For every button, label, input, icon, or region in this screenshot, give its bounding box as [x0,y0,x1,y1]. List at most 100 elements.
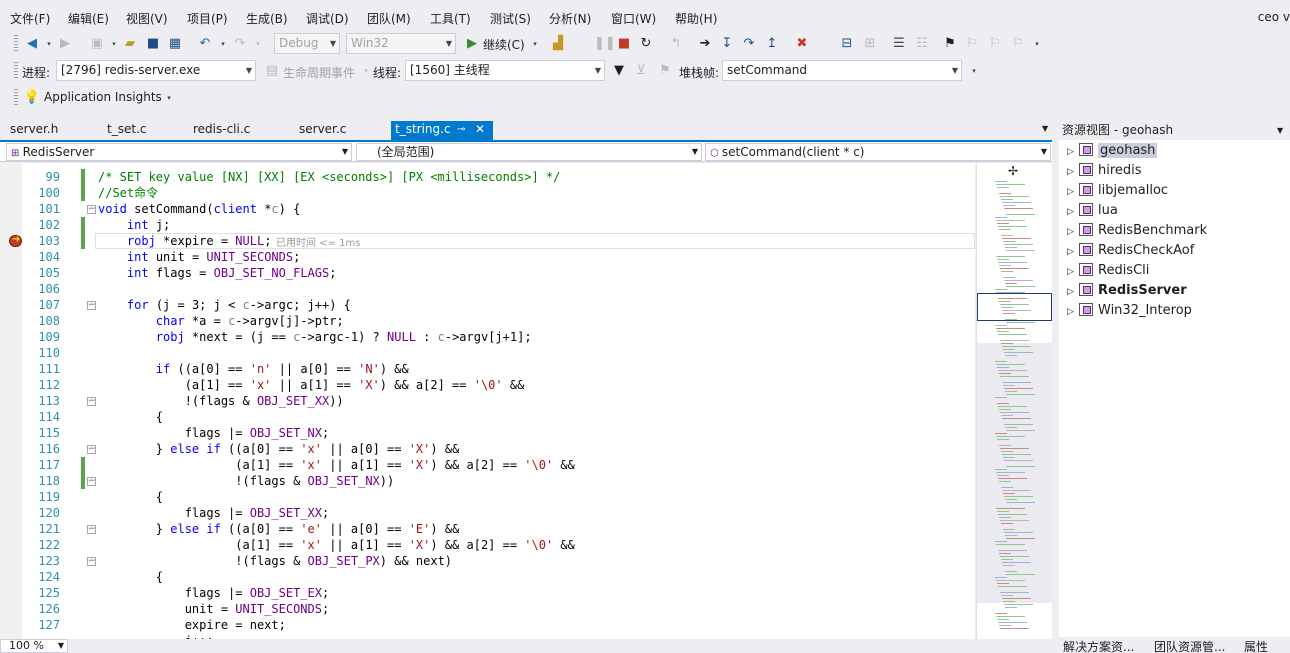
tab-properties[interactable]: 属性 [1244,638,1268,653]
comment-icon[interactable]: ☰ [890,35,908,53]
thread-select[interactable]: [1560] 主线程 ▼ [405,60,605,81]
prev-bookmark-icon[interactable]: ⚐ [963,35,981,53]
continue-dropdown-icon[interactable]: ▾ [526,35,544,53]
undo-icon[interactable]: ↶ [196,35,214,53]
tree-item[interactable]: ▷ geohash [1067,142,1158,161]
close-icon[interactable]: ✕ [475,121,485,138]
solution-config-select[interactable]: Debug ▼ [274,33,340,54]
menu-tools[interactable]: 工具(T) [430,10,471,27]
tab-solution-explorer[interactable]: 解决方案资... [1063,638,1134,653]
stop-debugging-icon[interactable]: ■ [615,35,633,53]
forward-icon[interactable]: ▶ [56,35,74,53]
expand-icon[interactable]: ▷ [1067,243,1077,261]
tree-item[interactable]: ▷ RedisCli [1067,262,1149,280]
tree-item[interactable]: ▷ RedisServer [1067,282,1187,300]
menu-test[interactable]: 测试(S) [490,10,531,27]
restart-icon[interactable]: ↻ [637,35,655,53]
tab-team-explorer[interactable]: 团队资源管... [1154,638,1225,653]
split-handle-icon[interactable]: ✢ [1008,164,1018,178]
clear-bookmarks-icon[interactable]: ⚐ [1009,35,1027,53]
bookmark-icon[interactable]: ⚑ [941,35,959,53]
scrollbar-minimap[interactable]: ✢ [976,163,1052,639]
tree-item[interactable]: ▷ RedisBenchmark [1067,222,1207,240]
filter-icon[interactable]: ▼ [610,62,628,80]
break-all-icon[interactable]: ❚❚ [594,35,616,53]
uncomment-icon[interactable]: ☷ [913,35,931,53]
collapse-icon[interactable]: − [87,557,96,566]
step-over-icon[interactable]: ➔ [696,35,714,53]
menu-view[interactable]: 视图(V) [126,10,168,27]
expand-icon[interactable]: ▷ [1067,203,1077,221]
next-bookmark-icon[interactable]: ⚐ [986,35,1004,53]
continue-button[interactable]: 继续(C) [483,36,525,53]
process-select[interactable]: [2796] redis-server.exe ▼ [56,60,256,81]
tab-overflow-icon[interactable]: ▼ [1042,124,1048,133]
expand-icon[interactable]: ▷ [1067,183,1077,201]
zoom-select[interactable]: 100 % ▼ [0,639,68,653]
toolbar-options-icon[interactable]: ▾ [965,62,983,80]
show-threads-icon[interactable]: ⊟ [838,35,856,53]
tree-item[interactable]: ▷ libjemalloc [1067,182,1168,200]
collapse-icon[interactable]: − [87,397,96,406]
tree-item[interactable]: ▷ hiredis [1067,162,1142,180]
tab-server-h[interactable]: server.h [10,121,58,140]
show-next-statement-icon[interactable]: ↰ [667,35,685,53]
tree-item[interactable]: ▷ lua [1067,202,1118,220]
insights-dropdown-icon[interactable]: ▾ [160,89,178,107]
filter-clear-icon[interactable]: ⊻ [632,62,650,80]
toolbar-options-icon[interactable]: ▾ [1028,35,1046,53]
toolbar-grip[interactable] [14,35,18,53]
minimap-viewport[interactable] [977,293,1052,321]
collapse-icon[interactable]: − [87,477,96,486]
project-select[interactable]: ⊞ RedisServer ▼ [6,143,352,161]
member-select[interactable]: ⬡ setCommand(client * c) ▼ [705,143,1051,161]
tab-redis-cli-c[interactable]: redis-cli.c [193,121,250,140]
undo-dropdown-icon[interactable]: ▾ [214,35,232,53]
redo-icon[interactable]: ↷ [231,35,249,53]
step-out-icon[interactable]: ↥ [763,35,781,53]
menu-analyze[interactable]: 分析(N) [549,10,591,27]
collapse-icon[interactable]: − [87,525,96,534]
menu-project[interactable]: 项目(P) [187,10,228,27]
menu-window[interactable]: 窗口(W) [611,10,656,27]
step-over-arc-icon[interactable]: ↷ [740,35,758,53]
breakpoint-current-statement-icon[interactable]: ➜ [9,234,22,247]
tab-t-string-c[interactable]: t_string.c ⊸ ✕ [391,121,493,140]
application-insights-button[interactable]: Application Insights [44,90,162,104]
save-all-icon[interactable]: ▦ [166,35,184,53]
menu-edit[interactable]: 编辑(E) [68,10,109,27]
expand-icon[interactable]: ▷ [1067,263,1077,281]
expand-icon[interactable]: ▷ [1067,223,1077,241]
pin-icon[interactable]: ⊸ [457,121,465,138]
stack-frame-select[interactable]: setCommand ▼ [722,60,962,81]
perf-tip[interactable]: 已用时间 <= 1ms [276,234,360,249]
panel-options-icon[interactable]: ▼ [1277,126,1283,135]
toolbar-grip[interactable] [14,62,18,80]
save-icon[interactable]: ■ [144,35,162,53]
toolbar-grip[interactable] [14,89,18,107]
collapse-icon[interactable]: − [87,205,96,214]
show-threads-alt-icon[interactable]: ⊞ [861,35,879,53]
step-into-icon[interactable]: ↧ [718,35,736,53]
tree-item[interactable]: ▷ Win32_Interop [1067,302,1192,320]
menu-team[interactable]: 团队(M) [367,10,411,27]
exception-settings-icon[interactable]: ✖ [793,35,811,53]
collapse-icon[interactable]: − [87,301,96,310]
tab-t-set-c[interactable]: t_set.c [107,121,146,140]
attach-icon[interactable]: ▟ [549,35,567,53]
code-editor[interactable]: ➜ 99 100 101 102 103 104 105 106 107 108 109 110 111… [0,163,975,639]
tab-server-c[interactable]: server.c [299,121,346,140]
menu-build[interactable]: 生成(B) [246,10,288,27]
collapse-icon[interactable]: − [87,445,96,454]
redo-dropdown-icon[interactable]: ▾ [249,35,267,53]
expand-icon[interactable]: ▷ [1067,283,1077,301]
menu-debug[interactable]: 调试(D) [306,10,349,27]
panel-splitter[interactable] [1052,140,1058,637]
new-project-icon[interactable]: ▣ [88,35,106,53]
continue-icon[interactable]: ▶ [463,35,481,53]
expand-icon[interactable]: ▷ [1067,143,1077,161]
expand-icon[interactable]: ▷ [1067,303,1077,321]
menu-help[interactable]: 帮助(H) [675,10,717,27]
back-icon[interactable]: ◀ [23,35,41,53]
lifecycle-events-button[interactable]: 生命周期事件 [283,64,355,81]
